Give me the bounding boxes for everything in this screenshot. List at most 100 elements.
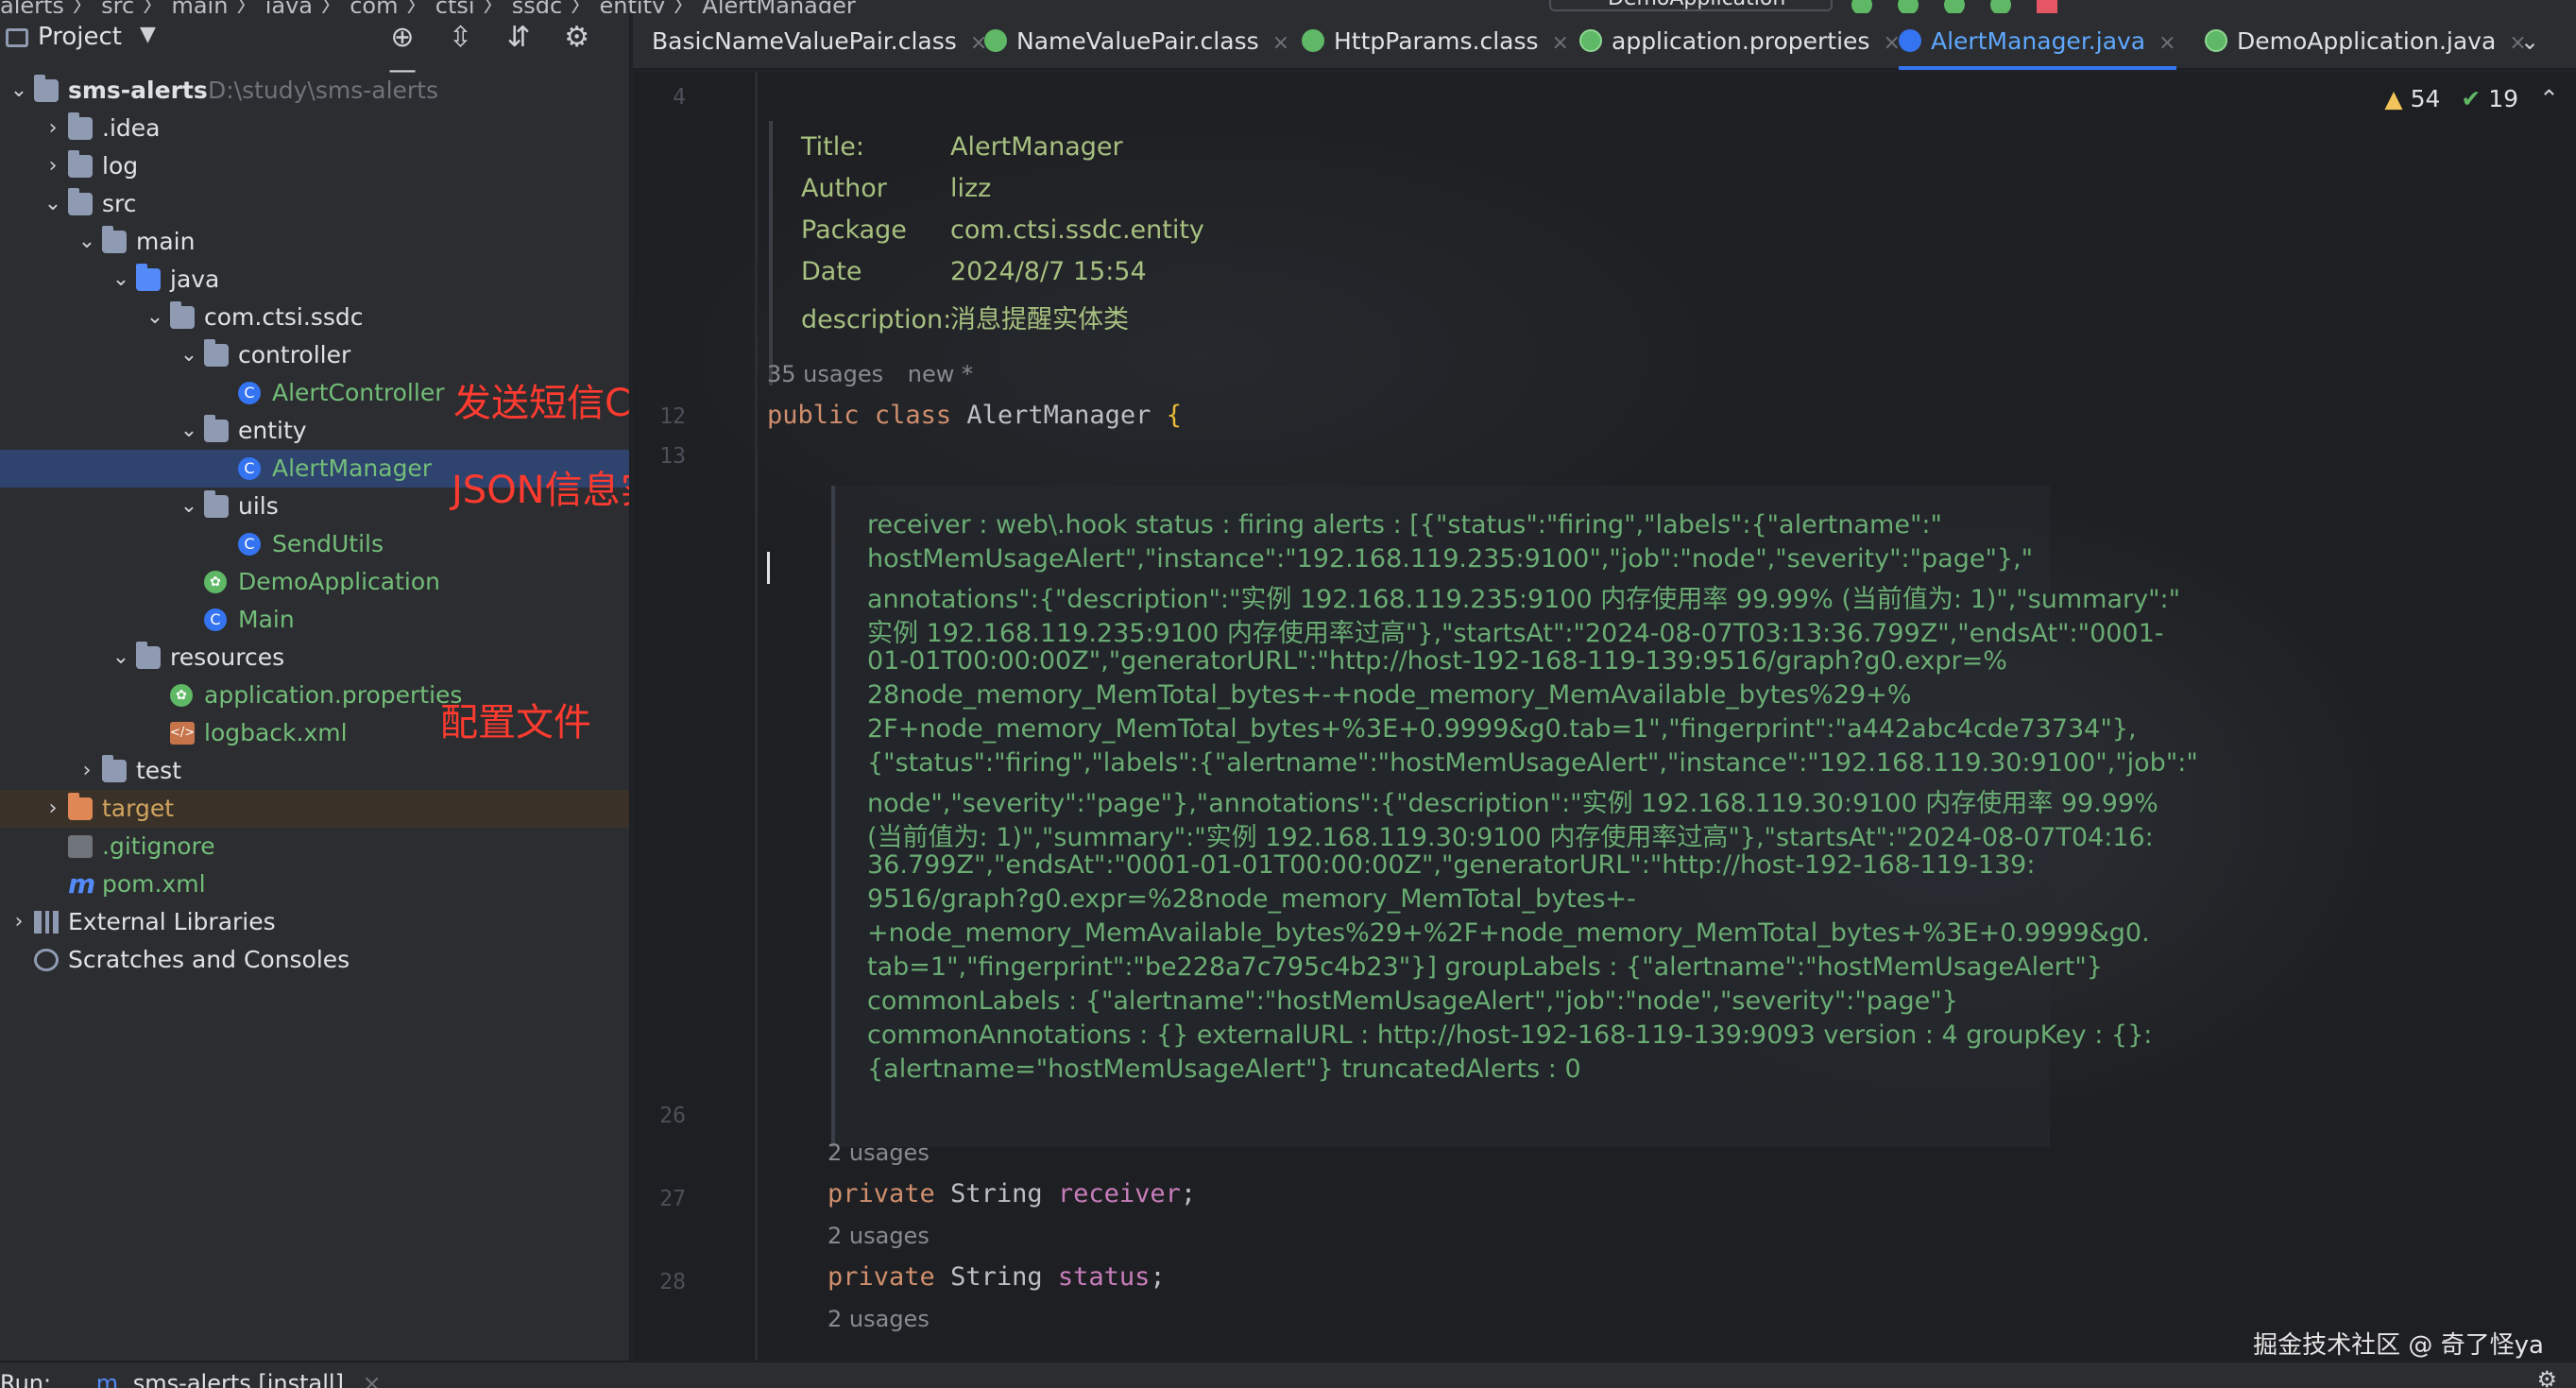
doc-tag-row: Author lizz xyxy=(801,174,991,203)
tree-item[interactable]: Scratches and Consoles xyxy=(0,941,629,979)
code-editor[interactable]: 4 12 13 26 27 28 ▲ 54 ✔ 19 ⌃ Title: Alert… xyxy=(633,72,2576,1361)
editor-tab[interactable]: application.properties × xyxy=(1579,13,1901,70)
gear-icon[interactable]: ⚙ xyxy=(2536,1366,2557,1388)
chevron-down-icon[interactable]: ⌄ xyxy=(110,261,132,299)
breadcrumb[interactable]: alerts 〉 src 〉 main 〉 java 〉 com 〉 ctsi … xyxy=(0,0,856,13)
maven-icon: m xyxy=(95,1370,119,1388)
editor-tab[interactable]: DemoApplication.java × xyxy=(2205,13,2527,70)
project-view-title[interactable]: Project xyxy=(38,23,122,51)
doc-tag-key: Title: xyxy=(801,132,864,162)
editor-tab[interactable]: BasicNameValuePair.class × xyxy=(652,13,987,70)
class-usages-hint[interactable]: 35 usages new * xyxy=(767,361,973,387)
tree-item[interactable]: › test xyxy=(0,752,629,790)
chevron-right-icon[interactable]: › xyxy=(8,903,30,941)
tree-item[interactable]: ⌄ controller xyxy=(0,336,629,374)
tree-item-path: D:\study\sms-alerts xyxy=(208,77,439,104)
comment-line: 28node_memory_MemTotal_bytes+-+node_memo… xyxy=(867,680,1912,710)
line-number-gutter: 4 12 13 26 27 28 xyxy=(633,72,756,1361)
chevron-right-icon[interactable]: › xyxy=(42,790,64,828)
stop-icon[interactable] xyxy=(2037,0,2058,13)
brace: { xyxy=(1166,401,1182,430)
run-icon[interactable] xyxy=(1851,0,1872,13)
line-number: 26 xyxy=(659,1104,686,1128)
gitignore-icon xyxy=(68,835,93,858)
package-icon xyxy=(204,415,229,442)
class-icon: C xyxy=(204,608,227,631)
field-usages-hint[interactable]: 2 usages xyxy=(827,1223,930,1249)
library-icon xyxy=(34,911,59,934)
debug-icon[interactable] xyxy=(1898,0,1919,13)
run-configuration-selector[interactable]: DemoApplication xyxy=(1549,0,1833,11)
tree-item[interactable]: ⌄ src xyxy=(0,185,629,223)
tree-item[interactable]: ⌄ java xyxy=(0,261,629,299)
keyword: public xyxy=(767,401,860,430)
expand-all-icon[interactable]: ⇳ xyxy=(436,21,486,54)
editor-tab[interactable]: NameValuePair.class × xyxy=(984,13,1289,70)
chevron-down-icon[interactable]: ⌄ xyxy=(178,488,200,525)
tree-item[interactable]: › target xyxy=(0,790,629,828)
editor-tab[interactable]: AlertManager.java × xyxy=(1899,13,2176,70)
resources-folder-icon xyxy=(136,642,161,669)
field-usages-hint[interactable]: 2 usages xyxy=(827,1140,930,1166)
tree-item[interactable]: › External Libraries xyxy=(0,903,629,941)
tree-item[interactable]: ⌄ main xyxy=(0,223,629,261)
inspection-widget[interactable]: ▲ 54 ✔ 19 ⌃ xyxy=(2384,85,2559,112)
source-folder-icon xyxy=(136,264,161,291)
field-usages-hint[interactable]: 2 usages xyxy=(827,1306,930,1332)
tree-item[interactable]: .gitignore xyxy=(0,828,629,865)
coverage-icon[interactable] xyxy=(1944,0,1966,13)
close-icon[interactable]: × xyxy=(2158,31,2175,55)
chevron-right-icon[interactable]: › xyxy=(42,147,64,185)
chevron-down-icon[interactable]: ⌄ xyxy=(76,223,98,261)
chevron-down-icon[interactable]: ⌄ xyxy=(42,185,64,223)
tree-item-label: test xyxy=(136,757,182,784)
tree-item-label: src xyxy=(102,190,137,217)
chevron-down-icon[interactable]: ▼ xyxy=(140,23,156,46)
chevron-down-icon[interactable]: ⌄ xyxy=(178,412,200,450)
tree-item-label: AlertController xyxy=(272,379,445,406)
chevron-up-icon[interactable]: ⌃ xyxy=(2539,85,2559,112)
tree-item[interactable]: C Main xyxy=(0,601,629,639)
chevron-down-icon[interactable]: ⌄ xyxy=(8,72,30,110)
chevron-down-icon[interactable]: ⌄ xyxy=(2520,28,2539,55)
close-icon[interactable]: × xyxy=(1552,31,1569,55)
folder-icon xyxy=(68,112,93,140)
chevron-down-icon[interactable]: ⌄ xyxy=(178,336,200,374)
run-tool-strip: Run: m sms-alerts [install] × ⚙ xyxy=(0,1361,2576,1388)
close-icon[interactable]: × xyxy=(1272,31,1289,55)
tree-item-label: logback.xml xyxy=(204,719,348,746)
project-panel-header: Project ▼ ⊕ ⇳ ⇵ ⚙ — xyxy=(0,13,629,87)
tree-item[interactable]: ⌄ sms-alerts D:\study\sms-alerts xyxy=(0,72,629,110)
warning-icon: ▲ xyxy=(2384,85,2403,112)
annotation-controller: 发送短信Controller xyxy=(453,382,631,425)
close-icon[interactable]: × xyxy=(363,1370,382,1388)
scratch-icon xyxy=(34,949,59,971)
collapse-all-icon[interactable]: ⇵ xyxy=(494,21,543,54)
chevron-right-icon[interactable]: › xyxy=(42,110,64,147)
comment-line: annotations":{"description":"实例 192.168.… xyxy=(867,585,2181,614)
tree-item-label: sms-alerts xyxy=(68,77,208,104)
tree-item[interactable]: › .idea xyxy=(0,110,629,147)
comment-line: commonAnnotations : {} externalURL : htt… xyxy=(867,1020,2153,1050)
tree-item[interactable]: ⌄ resources xyxy=(0,639,629,677)
tree-item-label: Scratches and Consoles xyxy=(68,946,350,973)
tree-item[interactable]: m pom.xml xyxy=(0,865,629,903)
field-declaration: private String receiver; xyxy=(827,1179,1196,1208)
tree-item[interactable]: C SendUtils xyxy=(0,525,629,563)
spring-properties-icon: ✿ xyxy=(170,684,193,707)
tree-item[interactable]: ✿ DemoApplication xyxy=(0,563,629,601)
tree-item[interactable]: ⌄ com.ctsi.ssdc xyxy=(0,299,629,336)
doc-tag-value: 2024/8/7 15:54 xyxy=(950,257,1147,286)
usages-count: 35 usages xyxy=(767,361,884,387)
chevron-down-icon[interactable]: ⌄ xyxy=(144,299,166,336)
profile-icon[interactable] xyxy=(1990,0,2012,13)
run-tab-label[interactable]: sms-alerts [install] xyxy=(133,1370,344,1388)
editor-tab[interactable]: HttpParams.class × xyxy=(1302,13,1569,70)
chevron-right-icon[interactable]: › xyxy=(76,752,98,790)
gear-icon[interactable]: ⚙ xyxy=(553,21,602,54)
chevron-down-icon[interactable]: ⌄ xyxy=(110,639,132,677)
doc-tag-row: Package com.ctsi.ssdc.entity xyxy=(801,215,1204,245)
field-name: status xyxy=(1057,1262,1151,1292)
tree-item[interactable]: › log xyxy=(0,147,629,185)
locate-file-icon[interactable]: ⊕ xyxy=(378,21,427,54)
